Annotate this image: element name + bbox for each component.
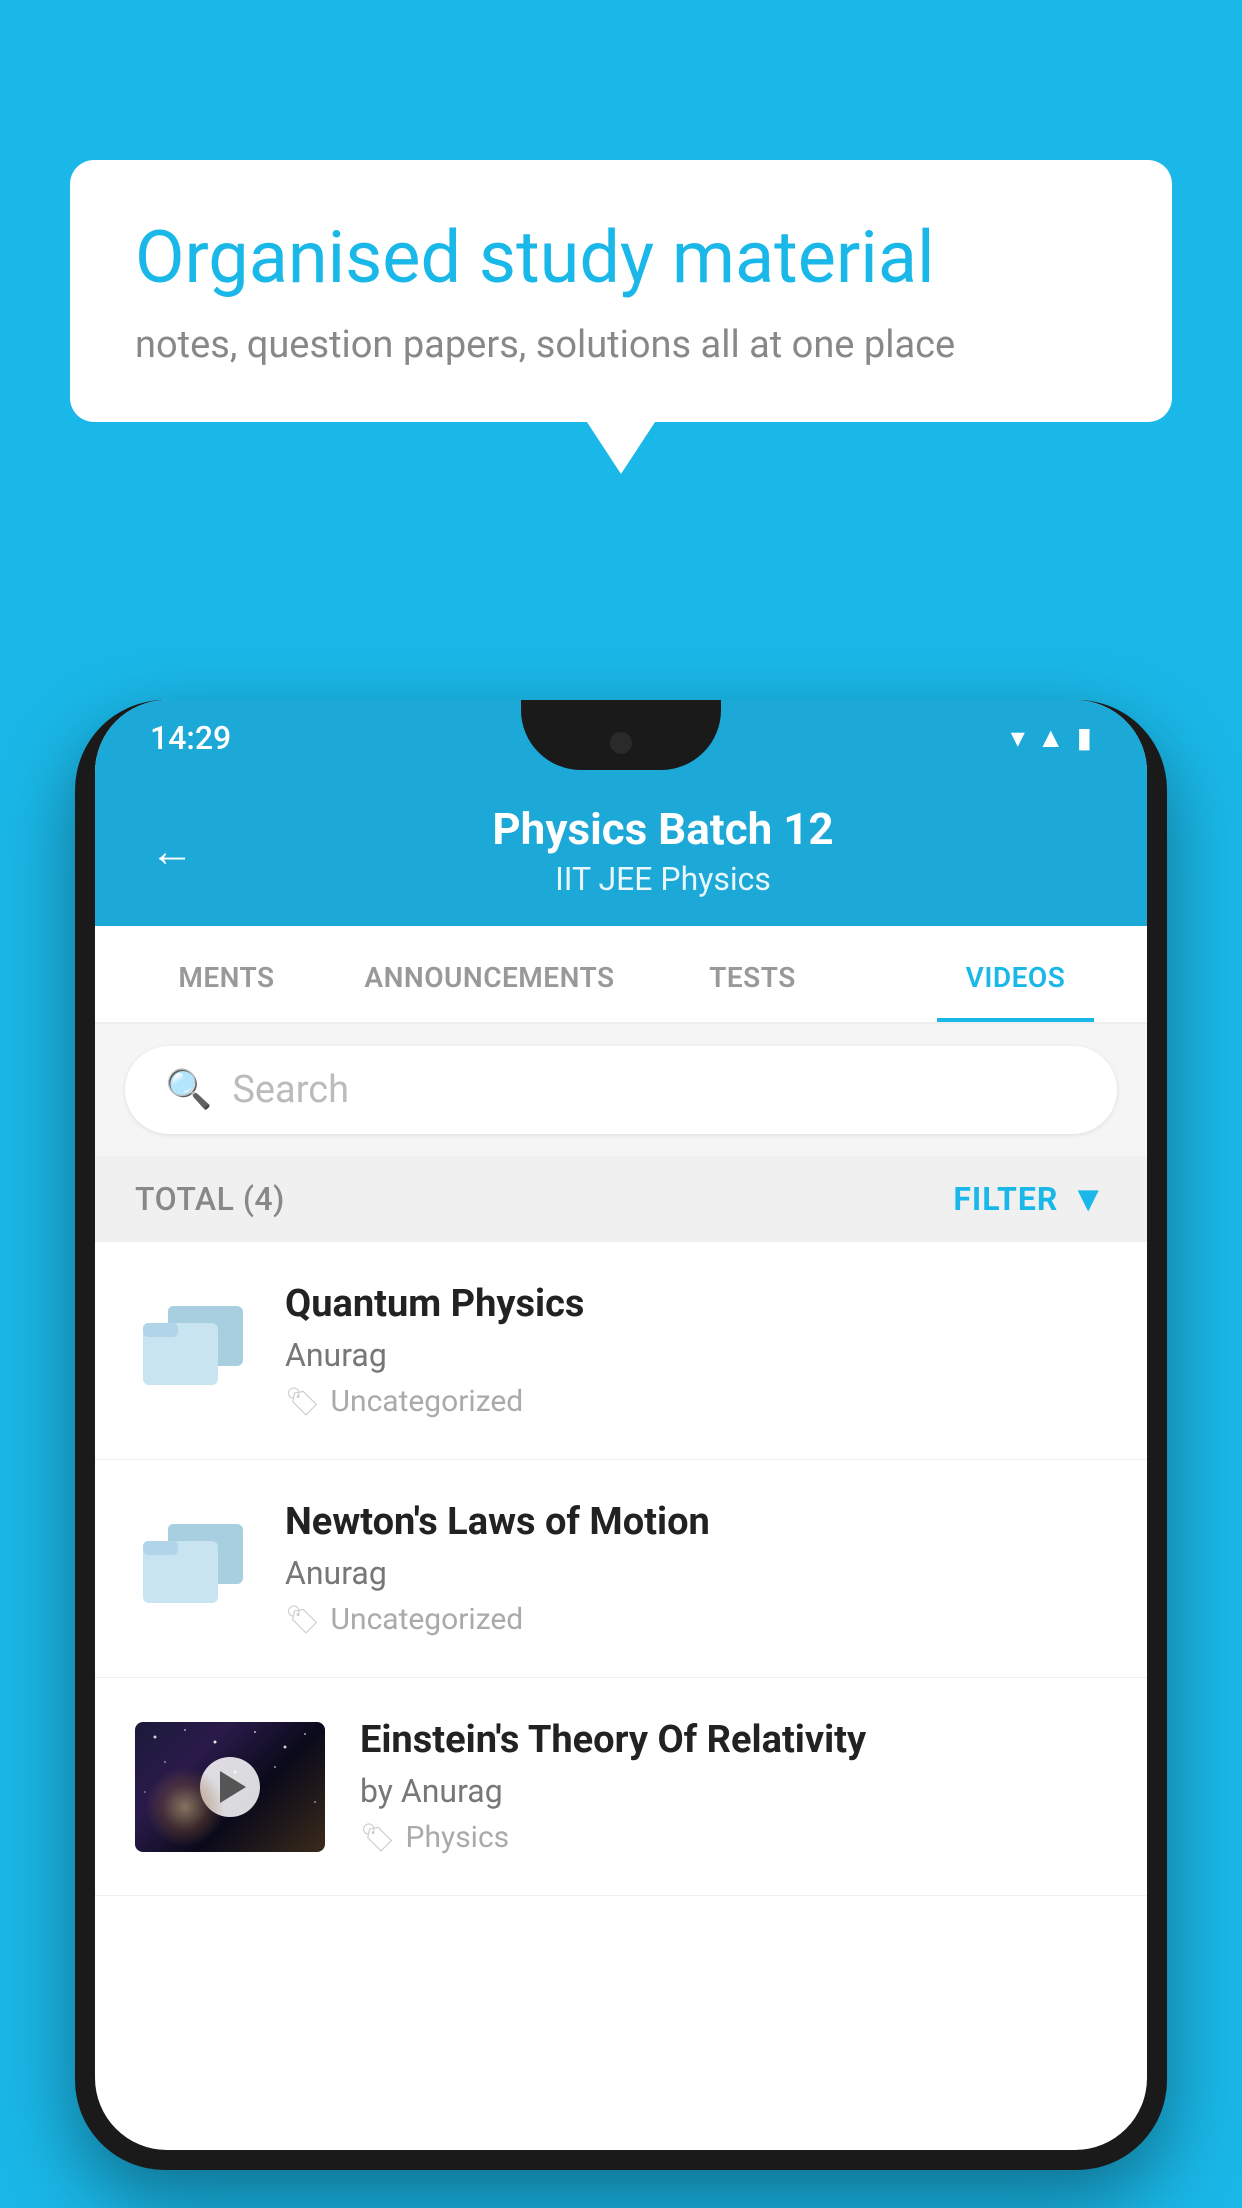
list-item[interactable]: Newton's Laws of Motion Anurag 🏷 Uncateg… [95, 1460, 1147, 1678]
tag-label: Physics [406, 1820, 510, 1855]
bubble-subtitle: notes, question papers, solutions all at… [135, 323, 1107, 367]
video-info: Einstein's Theory Of Relativity by Anura… [360, 1718, 1107, 1855]
back-button[interactable]: ← [150, 825, 194, 877]
folder-icon [138, 1519, 248, 1619]
tab-tests[interactable]: TESTS [621, 926, 884, 1022]
video-tag: 🏷 Uncategorized [285, 1602, 1107, 1637]
phone-frame: 14:29 ▾ ▲ ▮ ← Physics Batch 12 IIT [75, 700, 1167, 2170]
search-bar-container: 🔍 Search [95, 1024, 1147, 1156]
video-author: by Anurag [360, 1772, 1107, 1810]
speech-bubble-wrapper: Organised study material notes, question… [70, 160, 1172, 422]
video-author: Anurag [285, 1554, 1107, 1592]
status-icons: ▾ ▲ ▮ [1011, 721, 1092, 754]
camera-dot [610, 732, 632, 754]
video-thumbnail [135, 1511, 250, 1626]
video-title: Quantum Physics [285, 1282, 1107, 1326]
tag-icon: 🏷 [285, 1603, 321, 1636]
header-sub-title: IIT JEE Physics [234, 860, 1092, 898]
app-header: ← Physics Batch 12 IIT JEE Physics [95, 775, 1147, 926]
tag-label: Uncategorized [331, 1602, 524, 1637]
video-tag: 🏷 Uncategorized [285, 1384, 1107, 1419]
video-thumbnail-image [135, 1722, 325, 1852]
tag-icon: 🏷 [285, 1385, 321, 1418]
bubble-title: Organised study material [135, 215, 1107, 301]
search-placeholder: Search [232, 1068, 349, 1112]
header-title-block: Physics Batch 12 IIT JEE Physics [234, 803, 1092, 898]
speech-bubble: Organised study material notes, question… [70, 160, 1172, 422]
folder-icon [138, 1301, 248, 1401]
screen-content: 14:29 ▾ ▲ ▮ ← Physics Batch 12 IIT [95, 700, 1147, 2150]
tab-announcements[interactable]: ANNOUNCEMENTS [358, 926, 621, 1022]
search-icon: 🔍 [165, 1068, 212, 1112]
video-info: Newton's Laws of Motion Anurag 🏷 Uncateg… [285, 1500, 1107, 1637]
tabs-bar: MENTS ANNOUNCEMENTS TESTS VIDEOS [95, 926, 1147, 1024]
video-title: Newton's Laws of Motion [285, 1500, 1107, 1544]
phone-notch [521, 700, 721, 770]
battery-icon: ▮ [1077, 721, 1092, 754]
header-main-title: Physics Batch 12 [234, 803, 1092, 855]
phone-screen: 14:29 ▾ ▲ ▮ ← Physics Batch 12 IIT [95, 700, 1147, 2150]
tab-ments[interactable]: MENTS [95, 926, 358, 1022]
phone-wrapper: 14:29 ▾ ▲ ▮ ← Physics Batch 12 IIT [75, 700, 1167, 2208]
signal-icon: ▲ [1037, 721, 1065, 754]
filter-icon: ▼ [1070, 1178, 1107, 1220]
filter-label: FILTER [953, 1180, 1058, 1218]
video-thumbnail [135, 1293, 250, 1408]
filter-bar: TOTAL (4) FILTER ▼ [95, 1156, 1147, 1242]
list-item[interactable]: Quantum Physics Anurag 🏷 Uncategorized [95, 1242, 1147, 1460]
video-info: Quantum Physics Anurag 🏷 Uncategorized [285, 1282, 1107, 1419]
video-title: Einstein's Theory Of Relativity [360, 1718, 1107, 1762]
tag-label: Uncategorized [331, 1384, 524, 1419]
stars-decoration [135, 1722, 325, 1852]
tab-videos[interactable]: VIDEOS [884, 926, 1147, 1022]
total-count-label: TOTAL (4) [135, 1180, 285, 1218]
filter-button[interactable]: FILTER ▼ [953, 1178, 1107, 1220]
list-item[interactable]: Einstein's Theory Of Relativity by Anura… [95, 1678, 1147, 1896]
status-bar: 14:29 ▾ ▲ ▮ [95, 700, 1147, 775]
status-time: 14:29 [150, 719, 231, 757]
tag-icon: 🏷 [360, 1821, 396, 1854]
wifi-icon: ▾ [1011, 721, 1025, 754]
video-list: Quantum Physics Anurag 🏷 Uncategorized [95, 1242, 1147, 1896]
video-tag: 🏷 Physics [360, 1820, 1107, 1855]
search-bar[interactable]: 🔍 Search [125, 1046, 1117, 1134]
video-author: Anurag [285, 1336, 1107, 1374]
